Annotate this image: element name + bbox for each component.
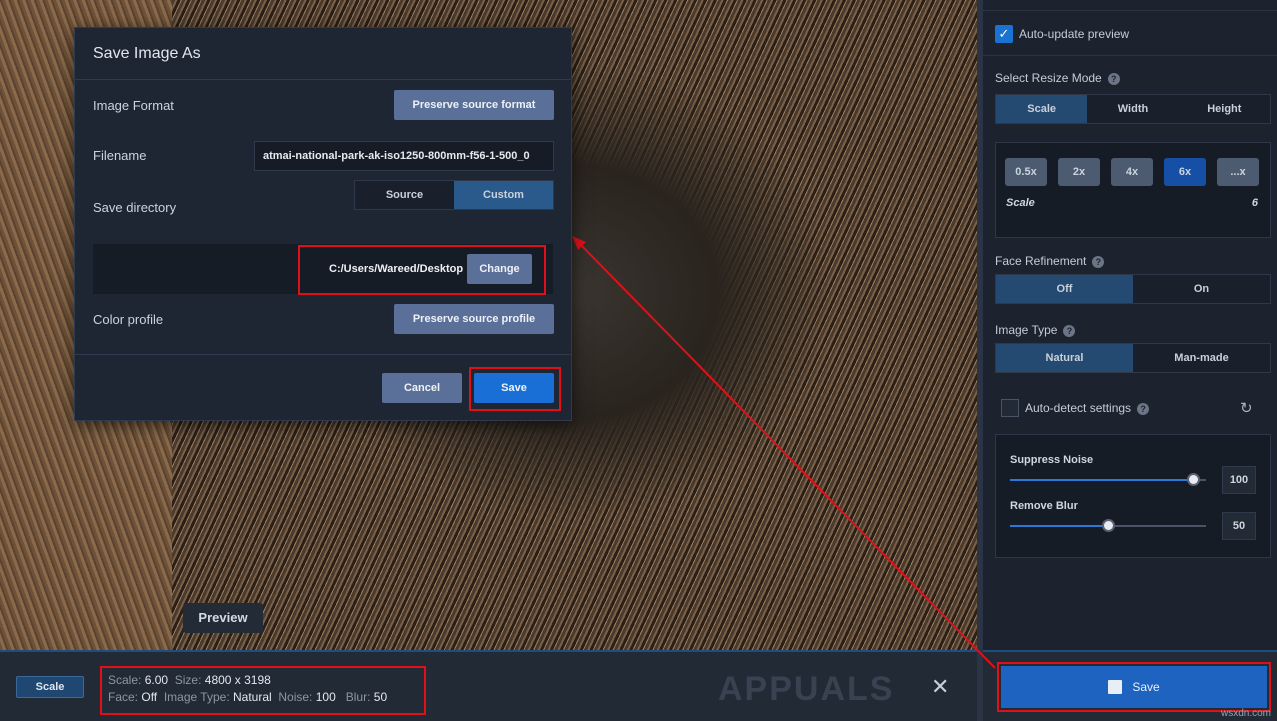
filename-input[interactable]: atmai-national-park-ak-iso1250-800mm-f56… [254,141,554,171]
filename-label: Filename [93,148,147,163]
cancel-button[interactable]: Cancel [382,373,462,403]
color-profile-button[interactable]: Preserve source profile [394,304,554,334]
color-profile-label: Color profile [93,312,164,327]
image-format-label: Image Format [93,98,174,113]
dialog-title: Save Image As [93,45,201,62]
save-image-dialog: Save Image As Image Format Preserve sour… [74,27,572,421]
directory-custom[interactable]: Custom [454,181,553,209]
image-format-button[interactable]: Preserve source format [394,90,554,120]
save-button-dialog[interactable]: Save [474,373,554,403]
change-directory-button[interactable]: Change [467,254,532,284]
directory-path: C:/Users/Wareed/Desktop [329,263,464,275]
directory-source[interactable]: Source [355,181,454,209]
directory-selector: Source Custom [354,180,554,210]
save-directory-label: Save directory [93,200,177,215]
